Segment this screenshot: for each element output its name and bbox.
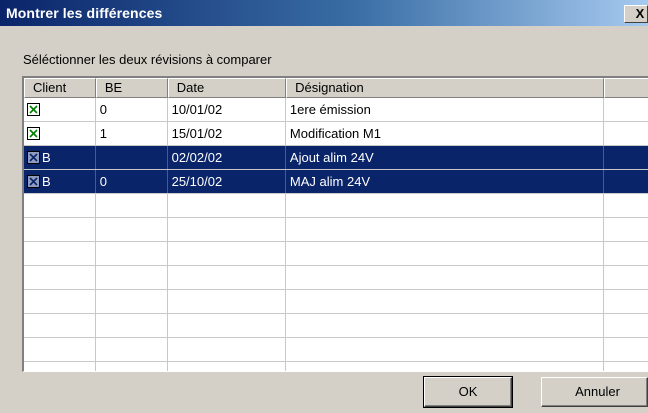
empty-cell xyxy=(24,242,96,265)
empty-row xyxy=(24,194,648,218)
empty-cell xyxy=(96,290,168,313)
column-header-be[interactable]: BE xyxy=(95,78,168,98)
empty-cell xyxy=(24,218,96,241)
empty-cell xyxy=(24,338,96,361)
row-checkbox[interactable] xyxy=(27,151,40,164)
cancel-button[interactable]: Annuler xyxy=(541,377,648,407)
empty-row xyxy=(24,242,648,266)
cell-designation: Modification M1 xyxy=(286,122,604,145)
empty-row xyxy=(24,218,648,242)
column-header-date[interactable]: Date xyxy=(167,78,287,98)
empty-cell xyxy=(168,242,286,265)
cell-extra xyxy=(604,170,648,193)
empty-cell xyxy=(286,338,604,361)
empty-cell xyxy=(168,266,286,289)
cell-extra xyxy=(604,146,648,169)
empty-cell xyxy=(96,194,168,217)
list-body: 0 10/01/02 1ere émission 1 15/01/02 Modificat… xyxy=(24,98,648,371)
client-value: B xyxy=(42,149,51,165)
list-header: Client BE Date Désignation xyxy=(24,78,648,98)
checkmark-icon xyxy=(29,177,38,186)
empty-cell xyxy=(24,290,96,313)
empty-cell xyxy=(168,362,286,371)
cell-client xyxy=(24,122,96,145)
empty-cell xyxy=(24,362,96,371)
window-title: Montrer les différences xyxy=(6,5,163,21)
empty-row xyxy=(24,362,648,371)
client-value: B xyxy=(42,173,51,189)
cell-client: B xyxy=(24,146,96,169)
empty-cell xyxy=(96,266,168,289)
empty-cell xyxy=(168,194,286,217)
table-row[interactable]: 0 10/01/02 1ere émission xyxy=(24,98,648,122)
empty-cell xyxy=(286,194,604,217)
empty-cell xyxy=(604,218,648,241)
instruction-label: Séléctionner les deux révisions à compar… xyxy=(23,52,272,67)
empty-cell xyxy=(286,290,604,313)
empty-cell xyxy=(604,338,648,361)
empty-cell xyxy=(96,338,168,361)
column-header-extra[interactable] xyxy=(603,78,648,98)
empty-cell xyxy=(604,314,648,337)
title-bar[interactable]: Montrer les différences xyxy=(0,0,648,26)
table-row[interactable]: 1 15/01/02 Modification M1 xyxy=(24,122,648,146)
empty-cell xyxy=(604,362,648,371)
empty-cell xyxy=(24,314,96,337)
cell-date: 02/02/02 xyxy=(168,146,286,169)
empty-cell xyxy=(286,242,604,265)
empty-cell xyxy=(286,218,604,241)
empty-cell xyxy=(96,242,168,265)
checkmark-icon xyxy=(29,105,38,114)
empty-row xyxy=(24,338,648,362)
empty-cell xyxy=(168,314,286,337)
empty-cell xyxy=(604,194,648,217)
empty-cell xyxy=(24,194,96,217)
empty-row xyxy=(24,314,648,338)
cell-be: 0 xyxy=(96,98,168,121)
empty-cell xyxy=(604,290,648,313)
empty-row xyxy=(24,266,648,290)
close-button[interactable]: X xyxy=(624,5,648,23)
column-header-client[interactable]: Client xyxy=(24,78,96,98)
cell-designation: MAJ alim 24V xyxy=(286,170,604,193)
checkmark-icon xyxy=(29,153,38,162)
empty-cell xyxy=(168,218,286,241)
empty-cell xyxy=(286,314,604,337)
empty-cell xyxy=(168,290,286,313)
empty-cell xyxy=(96,314,168,337)
empty-cell xyxy=(96,218,168,241)
table-row[interactable]: B 02/02/02 Ajout alim 24V xyxy=(24,146,648,170)
cell-be: 1 xyxy=(96,122,168,145)
row-checkbox[interactable] xyxy=(27,175,40,188)
empty-row xyxy=(24,290,648,314)
revisions-list[interactable]: Client BE Date Désignation 0 10/01/02 1ere… xyxy=(22,76,648,372)
cell-extra xyxy=(604,122,648,145)
row-checkbox[interactable] xyxy=(27,103,40,116)
cell-be xyxy=(96,146,168,169)
cell-client: B xyxy=(24,170,96,193)
empty-cell xyxy=(96,362,168,371)
cell-extra xyxy=(604,98,648,121)
cell-designation: Ajout alim 24V xyxy=(286,146,604,169)
cell-date: 10/01/02 xyxy=(168,98,286,121)
table-row[interactable]: B 0 25/10/02 MAJ alim 24V xyxy=(24,170,648,194)
row-checkbox[interactable] xyxy=(27,127,40,140)
ok-button[interactable]: OK xyxy=(423,376,513,408)
empty-cell xyxy=(604,266,648,289)
cell-designation: 1ere émission xyxy=(286,98,604,121)
cell-client xyxy=(24,98,96,121)
empty-cell xyxy=(604,242,648,265)
column-header-designation[interactable]: Désignation xyxy=(286,78,604,98)
empty-cell xyxy=(24,266,96,289)
empty-cell xyxy=(286,362,604,371)
cell-be: 0 xyxy=(96,170,168,193)
empty-cell xyxy=(168,338,286,361)
empty-cell xyxy=(286,266,604,289)
cell-date: 25/10/02 xyxy=(168,170,286,193)
checkmark-icon xyxy=(29,129,38,138)
cell-date: 15/01/02 xyxy=(168,122,286,145)
